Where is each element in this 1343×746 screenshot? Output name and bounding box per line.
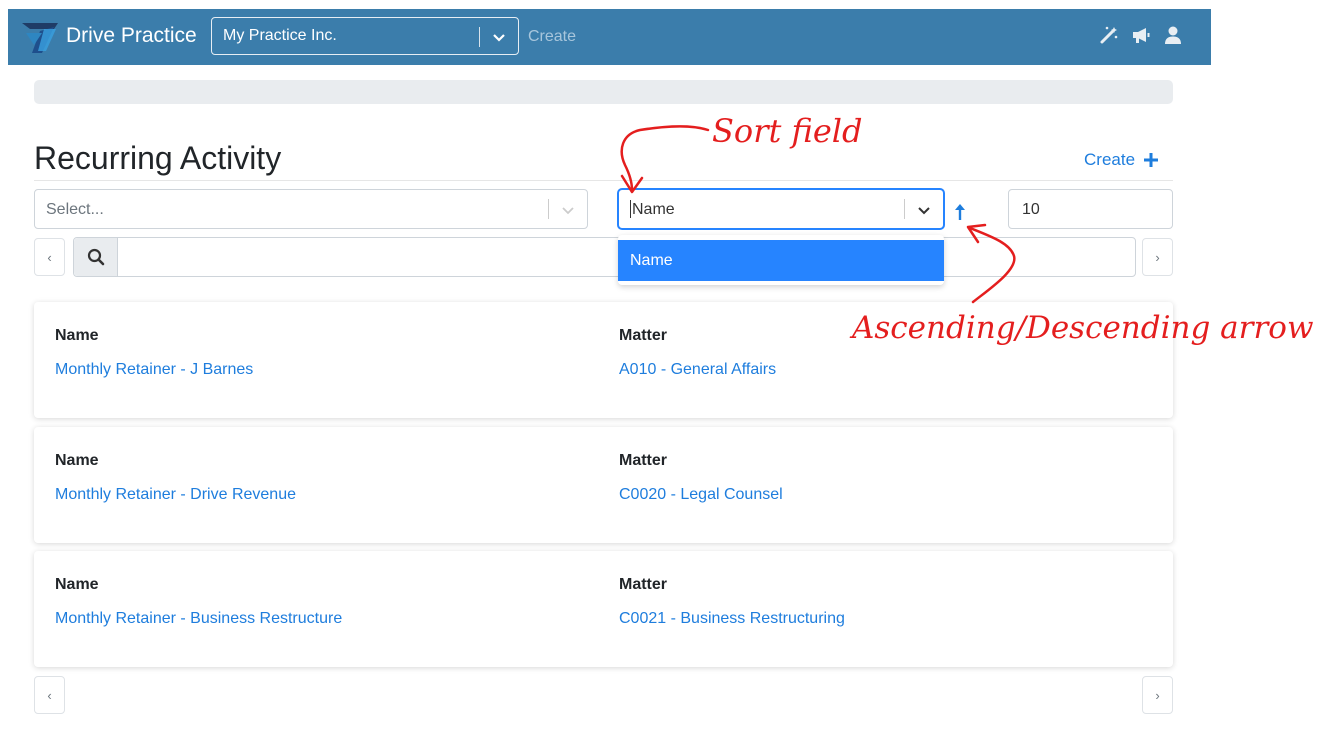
drive-practice-logo-icon [22,23,58,53]
name-label: Name [55,327,99,344]
record-name-link[interactable]: Monthly Retainer - J Barnes [55,361,253,379]
matter-link[interactable]: C0020 - Legal Counsel [619,486,783,504]
sort-direction-arrow-up-icon[interactable] [953,202,967,222]
sort-field-select[interactable]: Name [618,189,944,229]
sort-field-text: Name [632,201,675,219]
matter-link[interactable]: C0021 - Business Restructuring [619,610,845,628]
chevron-down-icon[interactable] [561,203,575,217]
page-size-input[interactable]: 10 [1008,189,1173,229]
magic-wand-icon[interactable] [1099,25,1119,45]
chevron-down-icon[interactable] [917,203,931,217]
sort-field-dropdown-menu: Name [618,235,944,285]
plus-icon [1144,153,1159,167]
organization-select-value: My Practice Inc. [223,27,337,44]
select-separator [904,199,905,219]
search-icon [87,248,104,266]
record-card: Name Monthly Retainer - Drive Revenue Ma… [34,427,1173,543]
organization-select[interactable]: My Practice Inc. [211,17,519,55]
megaphone-icon[interactable] [1131,25,1151,45]
sort-arrow-annotation: Ascending/Descending arrow [852,310,1314,346]
matter-link[interactable]: A010 - General Affairs [619,361,776,379]
matter-label: Matter [619,327,668,344]
text-caret [630,200,631,218]
record-name-link[interactable]: Monthly Retainer - Drive Revenue [55,486,296,504]
filter-select[interactable]: Select... [34,189,588,229]
top-navbar: Drive Practice My Practice Inc. Create [8,9,1211,65]
loading-bar [34,80,1173,104]
matter-label: Matter [619,452,668,469]
sort-field-annotation: Sort field [712,112,863,150]
record-name-link[interactable]: Monthly Retainer - Business Restructure [55,610,342,628]
prev-page-button-bottom[interactable]: ‹ [34,676,65,714]
create-button[interactable]: Create [1084,150,1159,170]
create-label: Create [1084,150,1136,169]
chevron-down-icon[interactable] [492,30,506,44]
name-label: Name [55,452,99,469]
user-icon[interactable] [1163,25,1183,45]
matter-label: Matter [619,576,668,593]
brand[interactable]: Drive Practice [20,17,197,55]
next-page-button-bottom[interactable]: › [1142,676,1173,714]
page-size-value: 10 [1022,201,1040,218]
prev-page-button[interactable]: ‹ [34,238,65,276]
filter-select-placeholder: Select... [46,201,104,218]
record-card: Name Monthly Retainer - Business Restruc… [34,551,1173,667]
select-separator [479,27,480,47]
sort-field-value: Name [630,200,675,219]
brand-name: Drive Practice [66,24,197,47]
title-divider [34,180,1173,181]
page-title: Recurring Activity [34,140,282,176]
nav-create-link[interactable]: Create [528,28,576,46]
nav-icons [1099,25,1183,45]
select-separator [548,199,549,219]
search-input[interactable] [73,237,1136,277]
sort-option-name[interactable]: Name [618,240,944,281]
search-addon [74,238,118,276]
name-label: Name [55,576,99,593]
next-page-button[interactable]: › [1142,238,1173,276]
